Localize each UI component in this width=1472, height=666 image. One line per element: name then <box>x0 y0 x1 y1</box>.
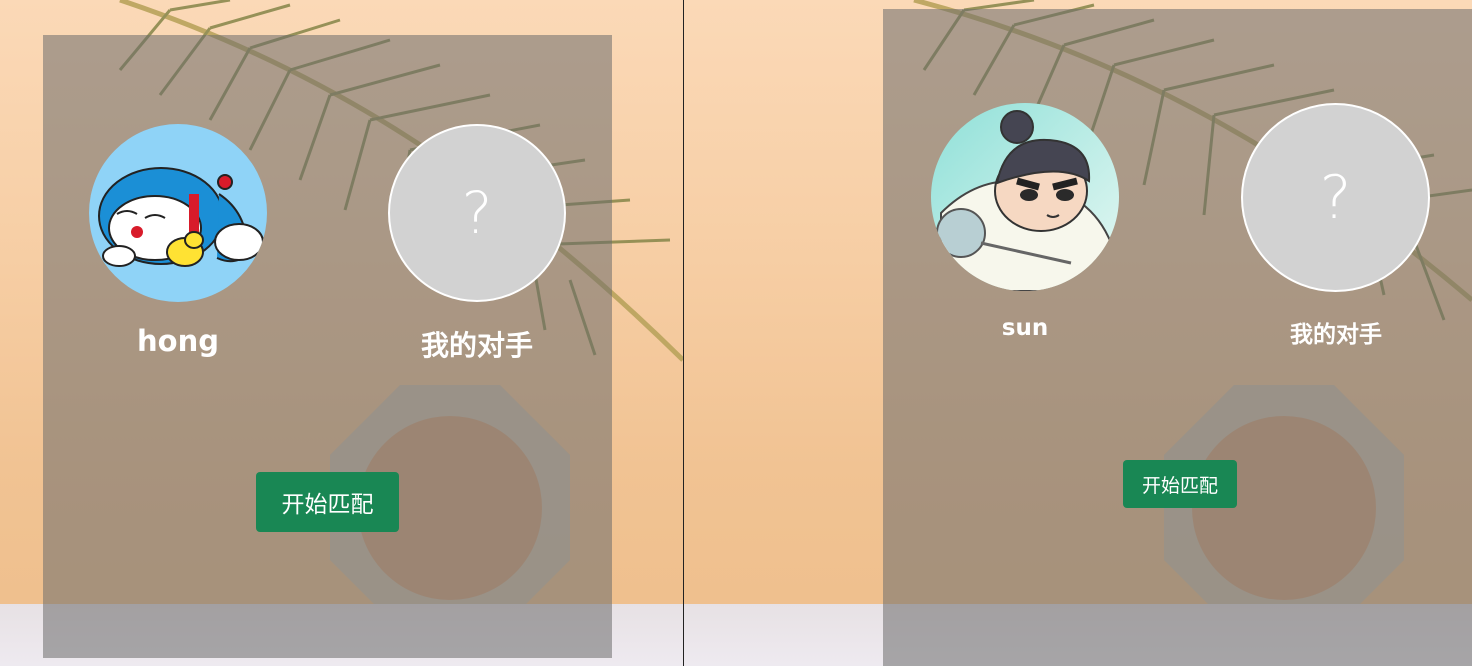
question-mark-icon: ? <box>1319 162 1352 233</box>
left-view: ? hong 我的对手 开始匹配 <box>0 0 683 666</box>
player-name: hong <box>137 324 219 358</box>
opponent-name: 我的对手 <box>1290 322 1382 348</box>
right-view: ? sun 我的对手 开始匹配 <box>684 0 1472 666</box>
opponent-avatar-placeholder: ? <box>1241 103 1430 292</box>
player-avatar <box>931 103 1119 291</box>
start-match-button[interactable]: 开始匹配 <box>1123 460 1237 508</box>
opponent-name: 我的对手 <box>420 329 533 362</box>
question-mark-icon: ? <box>461 179 493 247</box>
cartoon-boy-avatar-icon <box>931 103 1119 291</box>
opponent-avatar-placeholder: ? <box>388 124 566 302</box>
start-match-button[interactable]: 开始匹配 <box>256 472 399 532</box>
player-avatar <box>89 124 267 302</box>
doraemon-avatar-icon <box>89 124 267 302</box>
player-name: sun <box>1001 315 1049 341</box>
